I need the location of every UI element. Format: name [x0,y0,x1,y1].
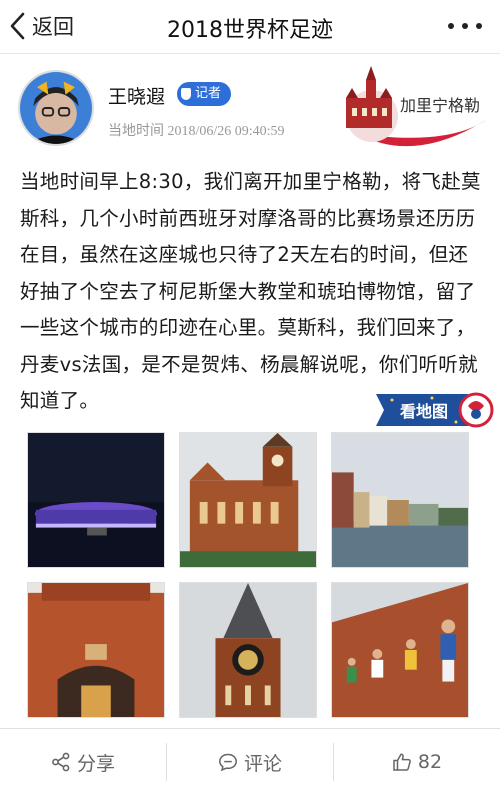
like-count: 82 [417,751,443,773]
location-label: 加里宁格勒 [400,96,481,115]
view-map-label: 看地图 [400,402,449,421]
avatar[interactable] [18,70,94,146]
photo-mural-wall[interactable] [331,582,469,718]
share-label: 分享 [76,752,115,775]
bottom-toolbar: 分享 评论 82 [0,728,500,794]
share-icon [52,752,70,772]
photo-river-town[interactable] [331,432,469,568]
post-time: 当地时间 2018/06/26 09:40:59 [108,124,285,139]
photo-clock-tower[interactable] [179,582,317,718]
nav-bar: 返回 2018世界杯足迹 [0,0,500,54]
view-map-button[interactable]: 看地图 [372,386,494,432]
avatar-image [20,72,92,144]
more-dots-icon [448,23,454,29]
photo-brick-gate[interactable] [27,582,165,718]
comment-button[interactable]: 评论 [167,729,333,794]
share-button[interactable]: 分享 [0,729,166,794]
photo-cathedral[interactable] [179,432,317,568]
photo-grid [27,432,469,722]
photo-stadium-night[interactable] [27,432,165,568]
location-tag[interactable]: 加里宁格勒 [338,58,490,150]
like-button[interactable]: 82 [334,729,500,794]
post-text: 当地时间早上8:30，我们离开加里宁格勒，将飞赴莫斯科，几个小时前西班牙对摩洛哥… [20,170,481,412]
more-dots-icon [462,23,468,29]
author-name: 王晓遐 [108,86,166,108]
reporter-badge: 记者 [177,82,232,106]
author-header: 王晓遐 记者 当地时间 2018/06/26 09:40:59 加里宁格勒 [0,58,500,150]
more-button[interactable] [448,14,482,38]
page-title: 2018世界杯足迹 [167,18,333,43]
comment-icon [219,753,237,772]
thumbs-up-icon [393,753,411,771]
more-dots-icon [476,23,482,29]
comment-label: 评论 [243,752,282,775]
